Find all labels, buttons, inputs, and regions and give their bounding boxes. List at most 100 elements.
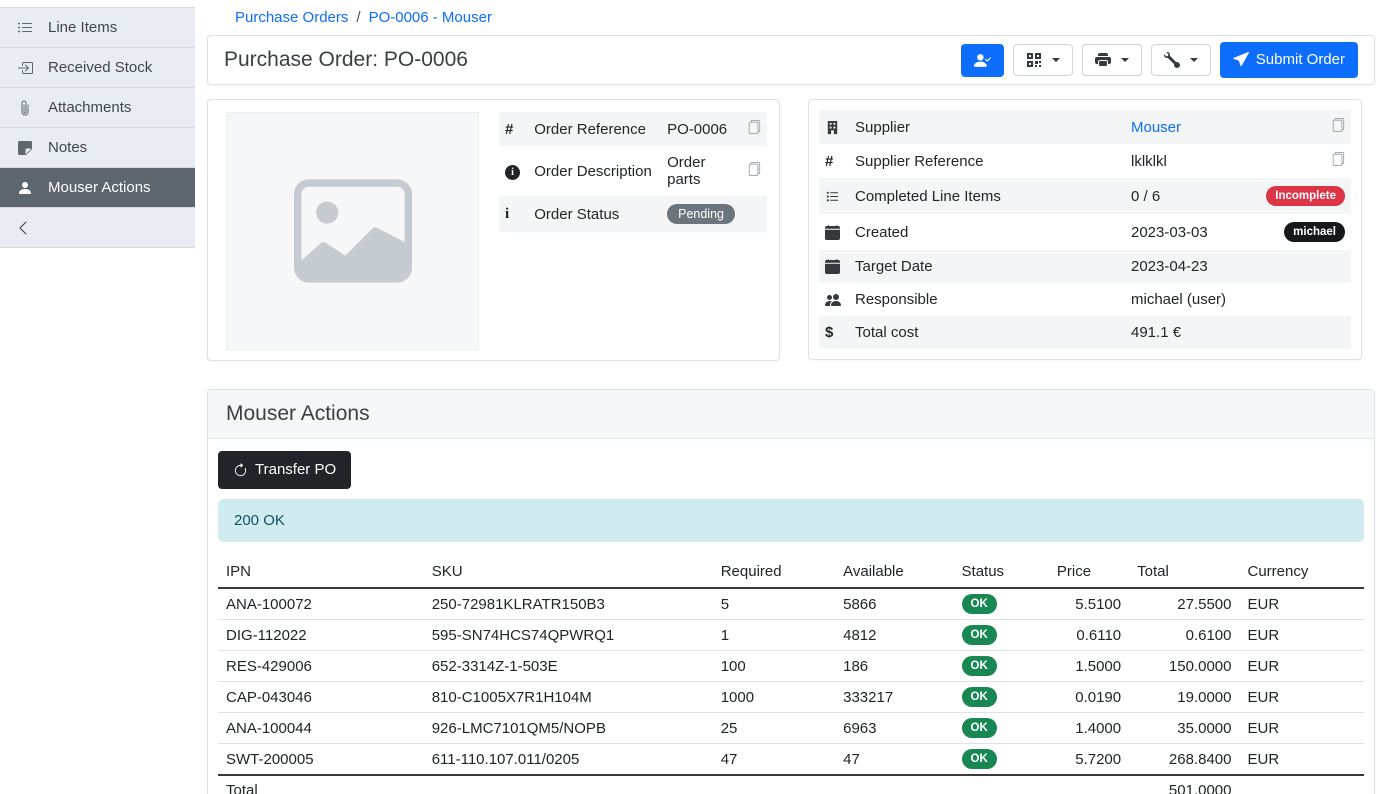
detail-row-total-cost: $ Total cost 491.1 € bbox=[819, 316, 1351, 349]
table-row: RES-429006 652-3314Z-1-503E 100 186 OK 1… bbox=[218, 651, 1364, 682]
sidebar-item-attachments[interactable]: Attachments bbox=[0, 88, 195, 128]
table-row: CAP-043046 810-C1005X7R1H104M 1000 33321… bbox=[218, 682, 1364, 713]
print-actions-button[interactable] bbox=[1082, 44, 1142, 76]
caret-down-icon bbox=[1121, 58, 1129, 62]
cell-ipn: CAP-043046 bbox=[218, 682, 424, 713]
parts-table-footer-row: Total 501.0000 bbox=[218, 775, 1364, 794]
detail-label: Responsible bbox=[849, 283, 1125, 316]
cell-status: OK bbox=[954, 588, 1049, 620]
sidebar-item-notes[interactable]: Notes bbox=[0, 128, 195, 168]
cell-status: OK bbox=[954, 713, 1049, 744]
order-roles-button[interactable] bbox=[961, 44, 1004, 77]
cell-price: 1.5000 bbox=[1049, 651, 1129, 682]
transfer-status-alert: 200 OK bbox=[218, 499, 1364, 542]
detail-row-order-description: i Order Description Order parts bbox=[499, 146, 767, 196]
user-badge: michael bbox=[1284, 222, 1345, 242]
cell-ipn: ANA-100072 bbox=[218, 588, 424, 620]
order-actions-button[interactable] bbox=[1151, 44, 1211, 76]
cell-required: 100 bbox=[713, 651, 835, 682]
supplier-detail-table: Supplier Mouser # Supplier Reference lkl… bbox=[819, 110, 1351, 349]
sidebar-item-mouser-actions[interactable]: Mouser Actions bbox=[0, 168, 195, 208]
footer-total-value: 501.0000 bbox=[1129, 775, 1239, 794]
detail-value: michael (user) bbox=[1125, 283, 1247, 316]
breadcrumb: Purchase Orders / PO-0006 - Mouser bbox=[207, 0, 1375, 35]
ok-badge: OK bbox=[962, 687, 997, 707]
transfer-po-button[interactable]: Transfer PO bbox=[218, 451, 351, 489]
cell-available: 333217 bbox=[835, 682, 953, 713]
cell-total: 150.0000 bbox=[1129, 651, 1239, 682]
header-ipn: IPN bbox=[218, 556, 424, 588]
detail-label: Supplier bbox=[849, 110, 1125, 144]
detail-value: 2023-04-23 bbox=[1125, 250, 1247, 283]
cell-total: 19.0000 bbox=[1129, 682, 1239, 713]
cell-available: 5866 bbox=[835, 588, 953, 620]
breadcrumb-link-po[interactable]: PO-0006 - Mouser bbox=[369, 9, 492, 26]
dollar-icon: $ bbox=[819, 316, 849, 349]
header-status: Status bbox=[954, 556, 1049, 588]
detail-label: Order Reference bbox=[528, 112, 661, 146]
hash-icon: # bbox=[819, 144, 849, 178]
refresh-icon bbox=[233, 463, 248, 478]
cell-currency: EUR bbox=[1240, 588, 1365, 620]
tools-icon bbox=[1164, 52, 1180, 68]
incomplete-badge: Incomplete bbox=[1266, 186, 1345, 206]
header-currency: Currency bbox=[1240, 556, 1365, 588]
sidebar-collapse-button[interactable] bbox=[0, 208, 195, 248]
detail-row-completed-line-items: Completed Line Items 0 / 6 Incomplete bbox=[819, 178, 1351, 214]
cell-currency: EUR bbox=[1240, 651, 1365, 682]
ok-badge: OK bbox=[962, 749, 997, 769]
detail-row-supplier-reference: # Supplier Reference lklklkl bbox=[819, 144, 1351, 178]
table-row: ANA-100072 250-72981KLRATR150B3 5 5866 O… bbox=[218, 588, 1364, 620]
detail-label: Completed Line Items bbox=[849, 178, 1125, 214]
page-title: Purchase Order: PO-0006 bbox=[224, 48, 468, 72]
page-header-panel: Purchase Order: PO-0006 bbox=[207, 35, 1375, 85]
caret-down-icon bbox=[1190, 58, 1198, 62]
detail-row-supplier: Supplier Mouser bbox=[819, 110, 1351, 144]
mouser-actions-panel: Mouser Actions Transfer PO 200 OK IPN SK… bbox=[207, 389, 1375, 794]
submit-order-label: Submit Order bbox=[1256, 50, 1345, 70]
sidebar-item-label: Received Stock bbox=[48, 59, 152, 76]
submit-order-button[interactable]: Submit Order bbox=[1220, 42, 1358, 78]
cell-price: 0.6110 bbox=[1049, 620, 1129, 651]
copy-icon[interactable] bbox=[747, 120, 761, 134]
cell-required: 25 bbox=[713, 713, 835, 744]
sidebar-item-received-stock[interactable]: Received Stock bbox=[0, 48, 195, 88]
caret-down-icon bbox=[1052, 58, 1060, 62]
cell-total: 268.8400 bbox=[1129, 744, 1239, 776]
header-actions: Submit Order bbox=[961, 42, 1358, 78]
copy-icon[interactable] bbox=[1331, 118, 1345, 132]
cell-available: 186 bbox=[835, 651, 953, 682]
copy-icon[interactable] bbox=[747, 162, 761, 176]
sidebar-item-label: Line Items bbox=[48, 19, 117, 36]
cell-ipn: RES-429006 bbox=[218, 651, 424, 682]
main-content: Purchase Orders / PO-0006 - Mouser Purchas… bbox=[195, 0, 1383, 794]
breadcrumb-link-purchase-orders[interactable]: Purchase Orders bbox=[235, 9, 348, 26]
cell-sku: 611-110.107.011/0205 bbox=[424, 744, 713, 776]
calendar-icon bbox=[819, 214, 849, 250]
detail-row-responsible: Responsible michael (user) bbox=[819, 283, 1351, 316]
detail-value: 491.1 € bbox=[1125, 316, 1247, 349]
breadcrumb-separator: / bbox=[356, 9, 360, 26]
detail-label: Created bbox=[849, 214, 1125, 250]
sidebar-item-line-items[interactable]: Line Items bbox=[0, 8, 195, 48]
order-image-placeholder[interactable] bbox=[226, 112, 479, 350]
detail-label: Total cost bbox=[849, 316, 1125, 349]
supplier-info-panel: Supplier Mouser # Supplier Reference lkl… bbox=[808, 99, 1362, 360]
sidebar: Line Items Received Stock Attachments No… bbox=[0, 0, 195, 794]
cell-price: 5.7200 bbox=[1049, 744, 1129, 776]
cell-price: 0.0190 bbox=[1049, 682, 1129, 713]
supplier-link[interactable]: Mouser bbox=[1131, 119, 1181, 136]
sidebar-item-label: Notes bbox=[48, 139, 87, 156]
send-icon bbox=[1233, 52, 1249, 68]
cell-status: OK bbox=[954, 744, 1049, 776]
detail-row-created: Created 2023-03-03 michael bbox=[819, 214, 1351, 250]
list-check-icon bbox=[819, 178, 849, 214]
cell-required: 1 bbox=[713, 620, 835, 651]
cell-sku: 810-C1005X7R1H104M bbox=[424, 682, 713, 713]
cell-total: 27.5500 bbox=[1129, 588, 1239, 620]
detail-value: lklklkl bbox=[1125, 144, 1247, 178]
copy-icon[interactable] bbox=[1331, 152, 1345, 166]
transfer-po-label: Transfer PO bbox=[255, 460, 336, 480]
table-row: DIG-112022 595-SN74HCS74QPWRQ1 1 4812 OK… bbox=[218, 620, 1364, 651]
barcode-actions-button[interactable] bbox=[1013, 44, 1073, 76]
